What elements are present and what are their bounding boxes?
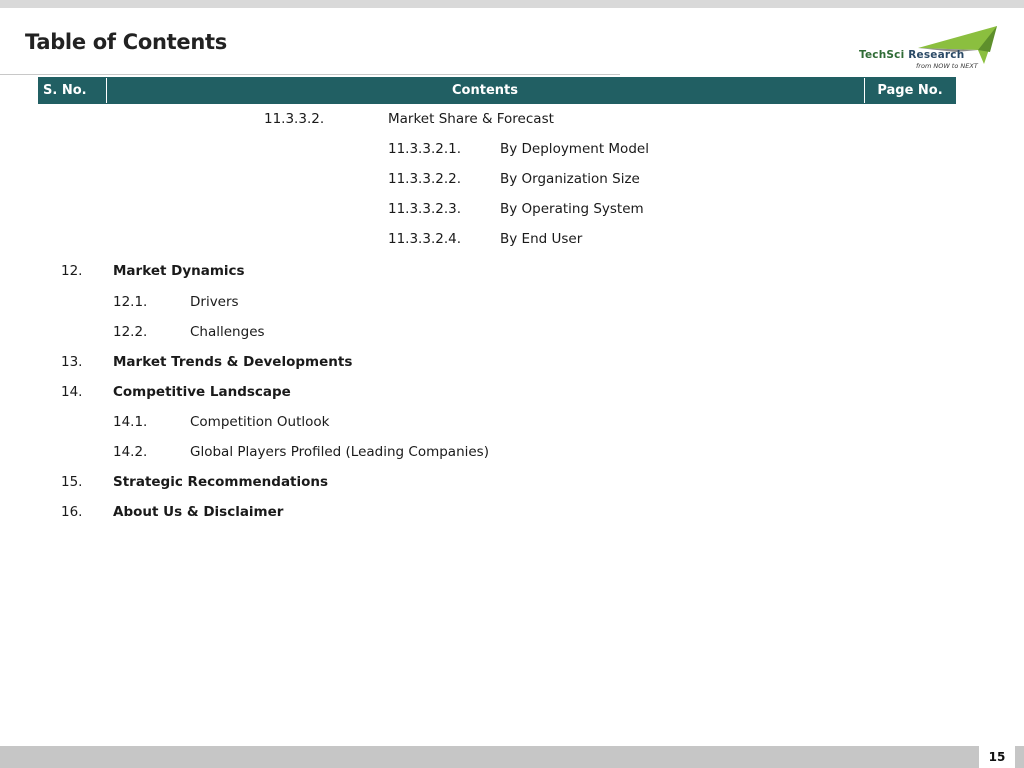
toc-row-number: 13. bbox=[61, 354, 83, 370]
title-divider bbox=[0, 74, 620, 75]
toc-row-number: 11.3.3.2. bbox=[264, 111, 325, 127]
toc-section-label: Market Dynamics bbox=[113, 263, 245, 279]
logo-brand-part2: Research bbox=[904, 49, 965, 61]
toc-row-number: 14.1. bbox=[113, 414, 148, 430]
toc-section-label: Market Trends & Developments bbox=[113, 354, 353, 370]
toc-row-label: Competition Outlook bbox=[190, 414, 330, 430]
toc-row-label: By Organization Size bbox=[500, 171, 640, 187]
logo-brand-part1: TechSci bbox=[859, 49, 905, 61]
toc-row-label: By Operating System bbox=[500, 201, 644, 217]
page-number: 15 bbox=[979, 746, 1015, 768]
page-title: Table of Contents bbox=[25, 30, 227, 54]
toc-row-number: 11.3.3.2.4. bbox=[388, 231, 461, 247]
toc-section-label: About Us & Disclaimer bbox=[113, 504, 284, 520]
top-band bbox=[0, 0, 1024, 8]
header-contents: Contents bbox=[452, 83, 518, 98]
toc-row-number: 12. bbox=[61, 263, 83, 279]
logo-wordmark: TechSci Research bbox=[859, 49, 964, 61]
toc-row-number: 14. bbox=[61, 384, 83, 400]
toc-row-label: Challenges bbox=[190, 324, 265, 340]
toc-row-number: 14.2. bbox=[113, 444, 148, 460]
toc-row-label: Global Players Profiled (Leading Compani… bbox=[190, 444, 489, 460]
toc-section-label: Competitive Landscape bbox=[113, 384, 291, 400]
toc-row-number: 11.3.3.2.3. bbox=[388, 201, 461, 217]
header-sno: S. No. bbox=[43, 83, 87, 98]
logo-tagline: from NOW to NEXT bbox=[916, 62, 978, 70]
toc-row-label: By End User bbox=[500, 231, 583, 247]
toc-row-label: Drivers bbox=[190, 294, 239, 310]
footer-band bbox=[0, 746, 1024, 768]
company-logo: TechSci Research from NOW to NEXT bbox=[856, 24, 1006, 72]
toc-section-label: Strategic Recommendations bbox=[113, 474, 329, 490]
table-header: S. No. Contents Page No. bbox=[38, 77, 956, 104]
toc-row-number: 12.1. bbox=[113, 294, 148, 310]
toc-row-label: By Deployment Model bbox=[500, 141, 649, 157]
toc-row-number: 15. bbox=[61, 474, 83, 490]
toc-row-number: 12.2. bbox=[113, 324, 148, 340]
toc-row-number: 11.3.3.2.1. bbox=[388, 141, 461, 157]
toc-row-label: Market Share & Forecast bbox=[388, 111, 554, 127]
toc-row-number: 11.3.3.2.2. bbox=[388, 171, 461, 187]
toc-row-number: 16. bbox=[61, 504, 83, 520]
header-page-no: Page No. bbox=[877, 83, 943, 98]
